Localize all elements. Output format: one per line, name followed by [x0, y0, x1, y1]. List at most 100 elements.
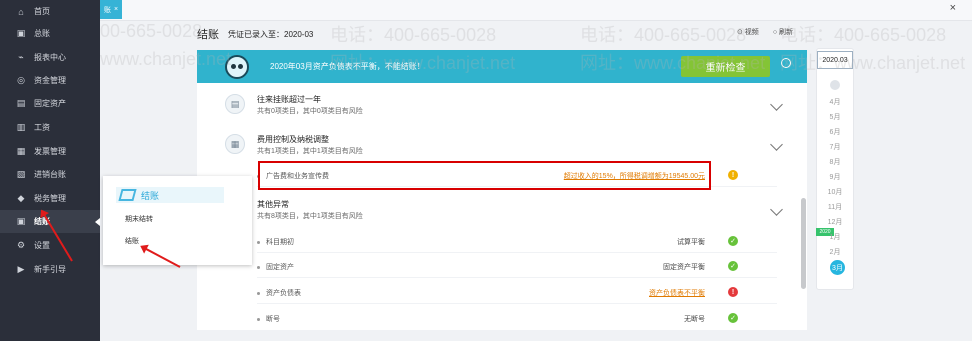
sidebar-item-label: 设置	[34, 241, 50, 250]
sidebar-item-label: 新手引导	[34, 265, 66, 274]
sidebar-item-label: 进销台账	[34, 170, 66, 179]
month-item[interactable]: 8月	[817, 157, 853, 167]
row-label: 断号	[266, 316, 280, 323]
month-item[interactable]: 2月	[817, 247, 853, 257]
warning-icon: !	[728, 170, 738, 180]
tab-label: 账	[103, 6, 111, 14]
top-tab-bar	[100, 0, 972, 21]
closing-popup: 结账 期末结转 结账	[103, 176, 252, 265]
group-subtitle: 共有0项类目，其中0项类目有风险	[257, 108, 363, 115]
menu-item-closing[interactable]: 结账	[125, 236, 139, 246]
group-title: 费用控制及纳税调整	[257, 135, 329, 144]
sidebar-item-home[interactable]: ⌂ 首页	[0, 0, 100, 23]
sidebar-item-label: 税务管理	[34, 194, 66, 203]
scrollbar[interactable]	[801, 198, 806, 289]
watermark-text: 网址：www.chanjet.net	[780, 53, 966, 73]
row-label: 固定资产	[266, 264, 294, 271]
chart-icon: ⌁	[18, 52, 24, 62]
month-item[interactable]: 7月	[817, 142, 853, 152]
sidebar-item-label: 总账	[34, 29, 50, 38]
list-item: 科目期初 试算平衡 ✓	[257, 231, 777, 253]
month-current[interactable]: 3月	[830, 260, 845, 275]
row-value: 无断号	[684, 316, 705, 323]
bullet-icon	[257, 265, 260, 269]
ledger-icon: ▣	[16, 28, 26, 38]
video-button[interactable]: ⊙ 视频	[737, 27, 759, 37]
warning-banner: 2020年03月资产负债表不平衡，不能结账！ 重新检查	[197, 50, 807, 83]
group-subtitle: 共有1项类目，其中1项类目有风险	[257, 148, 363, 155]
invoice-icon: ▦	[16, 146, 26, 156]
month-up-icon[interactable]	[830, 80, 840, 90]
page-title: 结账	[197, 29, 219, 41]
money-icon: ◎	[17, 75, 25, 85]
group-expense-control[interactable]: ▦ 费用控制及纳税调整 共有1项类目，其中1项类目有风险	[225, 132, 783, 160]
group-title: 其他异常	[257, 200, 289, 209]
highlight-box	[258, 161, 711, 190]
watermark-text: 00-665-0028	[100, 21, 203, 41]
chevron-down-icon[interactable]	[770, 98, 783, 111]
group-other-exceptions[interactable]: 其他异常 共有8项类目，其中1项类目有风险	[257, 197, 807, 225]
sidebar-item-invoices[interactable]: ▦ 发票管理	[0, 140, 100, 163]
sidebar-item-inventory[interactable]: ▧ 进销台账	[0, 163, 100, 186]
header-actions: ⊙ 视频 ○ 刷新	[737, 27, 793, 37]
check-icon: ✓	[728, 261, 738, 271]
popup-header: 结账	[116, 187, 224, 203]
sidebar-item-label: 发票管理	[34, 147, 66, 156]
bullet-icon	[257, 291, 260, 295]
group-title: 往来挂账超过一年	[257, 95, 321, 104]
tax-icon: ◆	[17, 193, 25, 203]
sidebar-item-reports[interactable]: ⌁ 报表中心	[0, 46, 100, 69]
popup-title: 结账	[141, 190, 160, 201]
sidebar-item-label: 工资	[34, 123, 50, 132]
month-item[interactable]: 9月	[817, 172, 853, 182]
asset-icon: ▤	[16, 98, 26, 108]
month-item[interactable]: 11月	[817, 202, 853, 212]
row-value: 固定资产平衡	[663, 264, 705, 271]
group-overdue-payables[interactable]: ▤ 往来挂账超过一年 共有0项类目，其中0项类目有风险	[225, 92, 783, 120]
sidebar-item-funds[interactable]: ◎ 资金管理	[0, 69, 100, 92]
row-value[interactable]: 资产负债表不平衡	[649, 288, 705, 298]
month-item[interactable]: 6月	[817, 127, 853, 137]
bullet-icon	[257, 240, 260, 244]
sidebar: ⌂ 首页 ▣ 总账 ⌁ 报表中心 ◎ 资金管理 ▤ 固定资产 ▥ 工资 ▦ 发票管理 ▧ 进销台…	[0, 0, 100, 341]
bulb-icon[interactable]	[781, 58, 791, 68]
chevron-down-icon[interactable]	[770, 203, 783, 216]
menu-item-period-end[interactable]: 期末结转	[125, 214, 153, 224]
closing-check-panel: 2020年03月资产负债表不平衡，不能结账！ 重新检查 ▤ 往来挂账超过一年 共…	[197, 50, 807, 330]
check-icon: ✓	[728, 236, 738, 246]
month-item[interactable]: 12月	[817, 217, 853, 227]
sidebar-item-label: 首页	[34, 7, 50, 16]
chevron-down-icon[interactable]	[770, 138, 783, 151]
sidebar-item-settings[interactable]: ⚙ 设置	[0, 234, 100, 257]
sidebar-item-label: 报表中心	[34, 53, 66, 62]
recheck-button[interactable]: 重新检查	[681, 56, 770, 77]
window-close-icon[interactable]: ×	[950, 2, 956, 14]
row-label: 资产负债表	[266, 290, 301, 297]
group-subtitle: 共有8项类目，其中1项类目有风险	[257, 213, 363, 220]
sidebar-item-salary[interactable]: ▥ 工资	[0, 116, 100, 139]
sidebar-item-guide[interactable]: ▶ 新手引导	[0, 258, 100, 281]
month-item[interactable]: 5月	[817, 112, 853, 122]
row-value: 试算平衡	[677, 239, 705, 246]
tax-adjust-icon: ▦	[225, 134, 245, 154]
sidebar-item-ledger[interactable]: ▣ 总账	[0, 22, 100, 45]
list-item: 资产负债表 资产负债表不平衡 !	[257, 282, 777, 304]
settings-icon: ⚙	[16, 240, 26, 250]
tab-close-icon[interactable]: ×	[114, 6, 118, 13]
sidebar-item-tax[interactable]: ◆ 税务管理	[0, 187, 100, 210]
refresh-button[interactable]: ○ 刷新	[773, 27, 793, 37]
banner-message: 2020年03月资产负债表不平衡，不能结账！	[270, 62, 425, 71]
sidebar-item-label: 资金管理	[34, 76, 66, 85]
list-item: 断号 无断号 ✓	[257, 308, 777, 330]
row-label: 科目期初	[266, 239, 294, 246]
month-item[interactable]: 4月	[817, 97, 853, 107]
closing-logo-icon	[118, 189, 137, 201]
year-input[interactable]: 2020.03	[817, 51, 853, 69]
guide-icon: ▶	[17, 264, 25, 274]
bullet-icon	[257, 317, 260, 321]
sidebar-item-fixed-assets[interactable]: ▤ 固定资产	[0, 92, 100, 115]
month-item[interactable]: 10月	[817, 187, 853, 197]
check-icon: ✓	[728, 313, 738, 323]
tab-closing[interactable]: 账 ×	[100, 0, 122, 19]
month-item[interactable]: 1月	[817, 232, 853, 242]
